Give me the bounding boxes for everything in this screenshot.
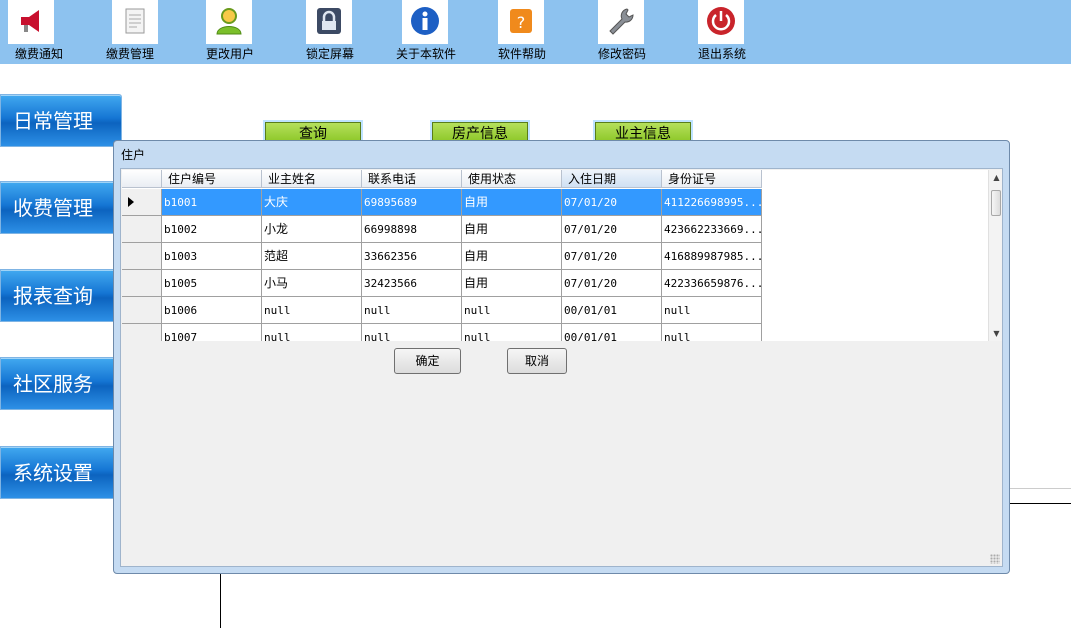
current-row-arrow-icon bbox=[128, 197, 134, 207]
table-cell[interactable]: 66998898 bbox=[362, 216, 462, 243]
svg-text:?: ? bbox=[517, 13, 526, 32]
table-cell[interactable]: null bbox=[462, 297, 562, 324]
table-cell[interactable]: 33662356 bbox=[362, 243, 462, 270]
vertical-scrollbar[interactable]: ▲ ▼ bbox=[988, 170, 1002, 341]
toolbar-button-change-password[interactable]: 修改密码 bbox=[586, 0, 658, 64]
table-cell[interactable]: b1001 bbox=[162, 189, 262, 216]
table-cell[interactable]: null bbox=[262, 324, 362, 341]
table-cell[interactable]: 00/01/01 bbox=[562, 324, 662, 341]
toolbar-button-help[interactable]: ? 软件帮助 bbox=[486, 0, 558, 64]
row-header-corner bbox=[122, 170, 162, 188]
resident-table[interactable]: 住户编号 业主姓名 联系电话 使用状态 入住日期 身份证号 b1001 大庆 698… bbox=[122, 170, 1002, 341]
document-icon bbox=[112, 0, 158, 44]
toolbar-button-lock-screen[interactable]: 锁定屏幕 bbox=[294, 0, 366, 64]
toolbar-label: 软件帮助 bbox=[497, 47, 546, 61]
table-cell[interactable]: 00/01/01 bbox=[562, 297, 662, 324]
wrench-icon bbox=[598, 0, 644, 44]
row-header[interactable] bbox=[122, 216, 162, 243]
table-cell[interactable]: 411226698995... bbox=[662, 189, 762, 216]
top-toolbar: 缴费通知 缴费管理 更改用户 锁定屏幕 关于本软件 ? 软件帮助 修改密码 退出… bbox=[0, 0, 1071, 64]
row-header[interactable] bbox=[122, 243, 162, 270]
table-cell[interactable]: null bbox=[262, 297, 362, 324]
cancel-button[interactable]: 取消 bbox=[507, 348, 567, 374]
table-cell[interactable]: 07/01/20 bbox=[562, 270, 662, 297]
resident-dialog: 住户 住户编号 业主姓名 联系电话 使用状态 入住日期 身份证号 b1001 大庆… bbox=[113, 140, 1010, 574]
dialog-content: 住户编号 业主姓名 联系电话 使用状态 入住日期 身份证号 b1001 大庆 698… bbox=[120, 168, 1003, 567]
table-cell[interactable]: 07/01/20 bbox=[562, 216, 662, 243]
toolbar-button-about[interactable]: 关于本软件 bbox=[390, 0, 462, 64]
power-icon bbox=[698, 0, 744, 44]
info-icon bbox=[402, 0, 448, 44]
table-cell[interactable]: 范超 bbox=[262, 243, 362, 270]
nav-daily-management[interactable]: 日常管理 bbox=[0, 94, 122, 147]
toolbar-label: 更改用户 bbox=[205, 47, 254, 61]
dialog-title: 住户 bbox=[121, 148, 146, 162]
user-icon bbox=[206, 0, 252, 44]
nav-system-settings[interactable]: 系统设置 bbox=[0, 446, 122, 499]
lock-icon bbox=[306, 0, 352, 44]
row-header[interactable] bbox=[122, 297, 162, 324]
toolbar-button-change-user[interactable]: 更改用户 bbox=[194, 0, 266, 64]
toolbar-label: 缴费管理 bbox=[105, 47, 154, 61]
nav-fee-management[interactable]: 收费管理 bbox=[0, 181, 122, 234]
column-header[interactable]: 联系电话 bbox=[362, 170, 462, 188]
table-cell[interactable]: 大庆 bbox=[262, 189, 362, 216]
scroll-up-icon[interactable]: ▲ bbox=[989, 170, 1002, 185]
nav-report-query[interactable]: 报表查询 bbox=[0, 269, 122, 322]
table-cell[interactable]: 自用 bbox=[462, 270, 562, 297]
table-cell[interactable]: b1003 bbox=[162, 243, 262, 270]
table-cell[interactable]: null bbox=[362, 324, 462, 341]
scroll-thumb[interactable] bbox=[991, 190, 1001, 216]
divider-line bbox=[220, 574, 221, 628]
table-cell[interactable]: 422336659876... bbox=[662, 270, 762, 297]
table-cell[interactable]: null bbox=[362, 297, 462, 324]
toolbar-label: 缴费通知 bbox=[14, 47, 63, 61]
table-cell[interactable]: 07/01/20 bbox=[562, 189, 662, 216]
megaphone-icon bbox=[8, 0, 54, 44]
table-cell[interactable]: 423662233669... bbox=[662, 216, 762, 243]
column-header[interactable]: 入住日期 bbox=[562, 170, 662, 188]
column-header[interactable]: 业主姓名 bbox=[262, 170, 362, 188]
table-cell[interactable]: 416889987985... bbox=[662, 243, 762, 270]
column-header[interactable]: 身份证号 bbox=[662, 170, 762, 188]
toolbar-label: 锁定屏幕 bbox=[305, 47, 354, 61]
table-cell[interactable]: 小马 bbox=[262, 270, 362, 297]
row-header[interactable] bbox=[122, 189, 162, 216]
table-cell[interactable]: 自用 bbox=[462, 216, 562, 243]
column-header[interactable]: 使用状态 bbox=[462, 170, 562, 188]
table-cell[interactable]: 32423566 bbox=[362, 270, 462, 297]
divider-line bbox=[1010, 488, 1071, 489]
toolbar-button-payment-notice[interactable]: 缴费通知 bbox=[0, 0, 72, 64]
toolbar-label: 修改密码 bbox=[597, 47, 646, 61]
table-cell[interactable]: null bbox=[662, 324, 762, 341]
table-cell[interactable]: null bbox=[662, 297, 762, 324]
toolbar-label: 关于本软件 bbox=[395, 47, 456, 61]
table-cell[interactable]: null bbox=[462, 324, 562, 341]
resize-grip-icon[interactable] bbox=[990, 554, 1000, 564]
toolbar-label: 退出系统 bbox=[697, 47, 746, 61]
table-cell[interactable]: 小龙 bbox=[262, 216, 362, 243]
table-cell[interactable]: b1002 bbox=[162, 216, 262, 243]
toolbar-button-exit[interactable]: 退出系统 bbox=[686, 0, 758, 64]
column-header[interactable]: 住户编号 bbox=[162, 170, 262, 188]
scroll-down-icon[interactable]: ▼ bbox=[989, 326, 1002, 341]
help-icon: ? bbox=[498, 0, 544, 44]
nav-community-service[interactable]: 社区服务 bbox=[0, 357, 122, 410]
table-cell[interactable]: 07/01/20 bbox=[562, 243, 662, 270]
table-cell[interactable]: b1005 bbox=[162, 270, 262, 297]
divider-line bbox=[1010, 503, 1071, 504]
table-cell[interactable]: b1006 bbox=[162, 297, 262, 324]
confirm-button[interactable]: 确定 bbox=[394, 348, 461, 374]
row-header[interactable] bbox=[122, 324, 162, 341]
toolbar-button-payment-management[interactable]: 缴费管理 bbox=[94, 0, 166, 64]
table-cell[interactable]: 自用 bbox=[462, 243, 562, 270]
table-cell[interactable]: 69895689 bbox=[362, 189, 462, 216]
row-header[interactable] bbox=[122, 270, 162, 297]
table-cell[interactable]: 自用 bbox=[462, 189, 562, 216]
table-cell[interactable]: b1007 bbox=[162, 324, 262, 341]
